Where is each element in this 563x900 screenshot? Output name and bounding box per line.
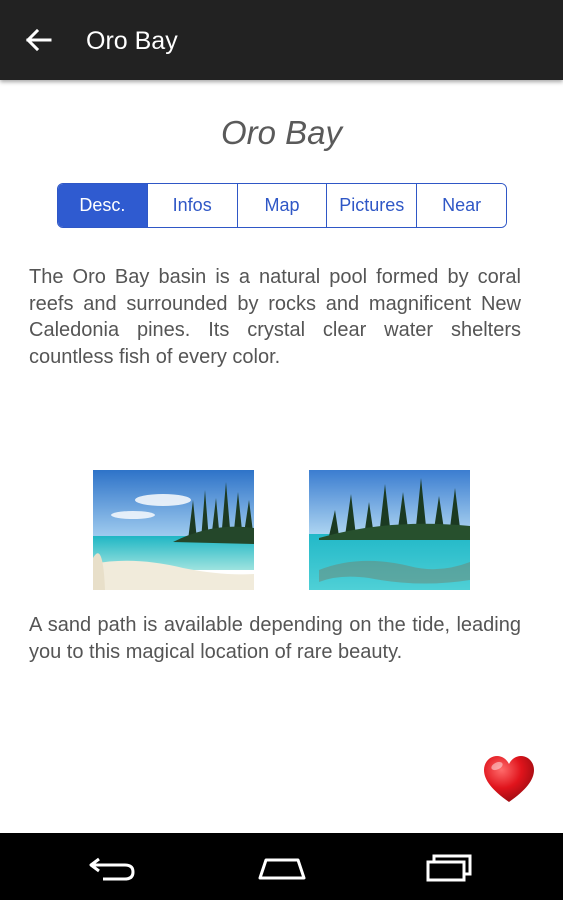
description-paragraph-1: The Oro Bay basin is a natural pool form… bbox=[29, 266, 521, 368]
nav-back-icon bbox=[89, 857, 135, 881]
app-bar: Oro Bay bbox=[0, 0, 563, 80]
arrow-left-icon bbox=[25, 28, 52, 52]
nav-home-icon bbox=[258, 858, 306, 880]
tab-near[interactable]: Near bbox=[416, 184, 506, 227]
bay-photo-2[interactable] bbox=[309, 470, 470, 590]
nav-recents-button[interactable] bbox=[418, 847, 482, 887]
segmented-tabs: Desc. Infos Map Pictures Near bbox=[57, 183, 507, 228]
bay-photo-1[interactable] bbox=[93, 470, 254, 590]
page-title: Oro Bay bbox=[220, 114, 343, 151]
nav-recents-icon bbox=[426, 854, 472, 882]
heart-icon bbox=[484, 756, 534, 802]
tab-desc[interactable]: Desc. bbox=[58, 184, 147, 227]
tab-map[interactable]: Map bbox=[236, 184, 327, 227]
description-paragraph-2: A sand path is available depending on th… bbox=[29, 614, 521, 663]
tab-pictures[interactable]: Pictures bbox=[326, 184, 417, 227]
nav-back-button[interactable] bbox=[81, 847, 145, 887]
system-navigation-bar bbox=[0, 833, 563, 900]
app-bar-title: Oro Bay bbox=[86, 27, 178, 55]
favorite-button[interactable] bbox=[482, 754, 536, 806]
back-button[interactable] bbox=[16, 20, 64, 60]
tab-infos[interactable]: Infos bbox=[146, 184, 237, 227]
nav-home-button[interactable] bbox=[250, 847, 314, 887]
